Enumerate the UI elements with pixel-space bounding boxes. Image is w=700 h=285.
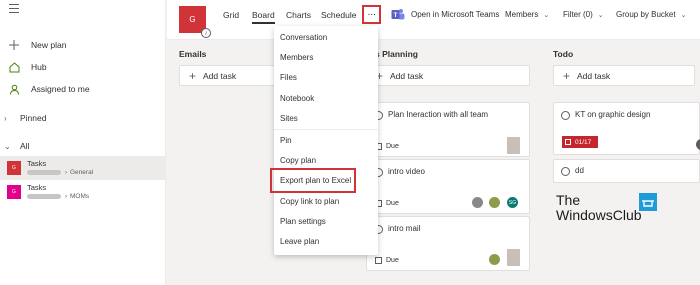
add-task-label: Add task	[577, 70, 611, 81]
assigned-label: Assigned to me	[31, 84, 90, 94]
assignee-avatar[interactable]	[507, 249, 520, 266]
bucket-title-todo[interactable]: Todo	[553, 49, 573, 59]
tab-charts[interactable]: Charts	[286, 10, 311, 20]
plan-group: General	[70, 169, 94, 176]
menu-item-conversation[interactable]: Conversation	[274, 28, 378, 46]
calendar-icon	[565, 139, 571, 145]
hub-label: Hub	[31, 62, 47, 72]
chevron-down-icon: ⌄	[597, 11, 604, 19]
menu-item-sites[interactable]: Sites	[274, 109, 378, 127]
plan-header: G i Grid Board Charts Schedule ··· T Ope…	[167, 0, 700, 40]
info-icon[interactable]: i	[201, 28, 211, 38]
hamburger-menu-icon[interactable]	[9, 4, 19, 14]
open-in-teams-button[interactable]: T Open in Microsoft Teams	[391, 8, 499, 21]
blurred-group-owner	[27, 170, 61, 175]
tab-grid[interactable]: Grid	[223, 10, 239, 20]
chevron-down-icon: ⌄	[543, 11, 550, 19]
menu-item-copy-plan[interactable]: Copy plan	[274, 151, 378, 169]
home-icon	[7, 60, 21, 74]
chevron-down-icon: ⌄	[4, 141, 11, 151]
all-section-header[interactable]: ⌄ All	[0, 136, 166, 156]
plan-name: Tasks	[27, 159, 47, 168]
filter-dropdown[interactable]: Filter (0) ⌄	[563, 10, 604, 19]
assignee-avatar[interactable]	[696, 139, 700, 150]
menu-item-leave-plan[interactable]: Leave plan	[274, 232, 378, 250]
calendar-icon	[375, 257, 382, 264]
task-card[interactable]: KT on graphic design 01/17	[553, 102, 700, 155]
task-title: Plan Ineraction with all team	[388, 110, 489, 119]
teams-icon: T	[391, 8, 405, 21]
sidebar: New plan Hub Assigned to me › Pinned ⌄ A…	[0, 0, 166, 285]
plan-name: Tasks	[27, 183, 47, 192]
pinned-section-header[interactable]: › Pinned	[0, 108, 166, 128]
due-date-badge: 01/17	[562, 136, 598, 148]
highlight-annotation	[270, 168, 356, 193]
plan-group: MOMs	[70, 193, 90, 200]
members-label: Members	[505, 10, 539, 19]
plan-avatar: G	[7, 185, 21, 199]
complete-checkbox[interactable]	[561, 111, 570, 120]
assignee-avatar-initials[interactable]: SG	[507, 197, 518, 208]
menu-item-files[interactable]: Files	[274, 68, 378, 86]
planner-app: New plan Hub Assigned to me › Pinned ⌄ A…	[0, 0, 700, 285]
bucket-title-emails[interactable]: Emails	[179, 49, 206, 59]
task-title: intro mail	[388, 224, 421, 233]
plus-icon: +	[563, 68, 571, 83]
menu-item-members[interactable]: Members	[274, 48, 378, 66]
svg-text:T: T	[394, 12, 398, 19]
assignee-avatar[interactable]	[489, 254, 500, 265]
menu-item-plan-settings[interactable]: Plan settings	[274, 212, 378, 230]
task-card[interactable]: intro video Due SG	[366, 159, 530, 214]
sidebar-item-new-plan[interactable]: New plan	[0, 34, 166, 56]
chevron-down-icon: ⌄	[680, 11, 687, 19]
plus-icon: +	[189, 68, 197, 83]
add-task-label: Add task	[390, 70, 424, 81]
filter-label: Filter (0)	[563, 10, 593, 19]
group-by-dropdown[interactable]: Group by Bucket ⌄	[616, 10, 686, 19]
watermark-text: The WindowsClub	[556, 192, 642, 223]
task-title: intro video	[388, 167, 425, 176]
person-icon	[7, 82, 21, 96]
group-by-label: Group by Bucket	[616, 10, 676, 19]
assignee-avatar[interactable]	[472, 197, 483, 208]
tab-schedule[interactable]: Schedule	[321, 10, 356, 20]
plan-item-tasks-general[interactable]: G Tasks › General	[0, 156, 166, 180]
complete-checkbox[interactable]	[561, 167, 570, 176]
add-task-button[interactable]: + Add task	[553, 65, 695, 86]
plus-icon	[7, 38, 21, 52]
task-card[interactable]: Plan Ineraction with all team Due	[366, 102, 530, 157]
add-task-label: Add task	[203, 70, 237, 81]
add-task-button[interactable]: + Add task	[366, 65, 530, 86]
chevron-right-icon: ›	[4, 113, 7, 123]
plan-avatar: G	[7, 161, 21, 175]
more-options-button[interactable]: ···	[362, 5, 381, 24]
task-card[interactable]: intro mail Due	[366, 216, 530, 271]
assignee-avatar[interactable]	[507, 137, 520, 154]
due-label: Due	[375, 200, 399, 207]
all-label: All	[20, 141, 30, 151]
sidebar-item-assigned-to-me[interactable]: Assigned to me	[0, 78, 166, 100]
teams-label: Open in Microsoft Teams	[411, 10, 500, 19]
menu-item-pin[interactable]: Pin	[274, 131, 378, 149]
members-dropdown[interactable]: Members ⌄	[505, 10, 549, 19]
sidebar-item-hub[interactable]: Hub	[0, 56, 166, 78]
add-task-button[interactable]: + Add task	[179, 65, 275, 86]
assignee-avatar[interactable]	[489, 197, 500, 208]
new-plan-label: New plan	[31, 40, 67, 50]
menu-item-copy-link-to-plan[interactable]: Copy link to plan	[274, 192, 378, 210]
due-label: Due	[375, 143, 399, 150]
plan-options-menu: Conversation Members Files Notebook Site…	[274, 26, 378, 255]
task-card[interactable]: dd	[553, 159, 700, 183]
board: Emails + Add task nts Planning + Add tas…	[167, 41, 700, 285]
task-title: dd	[575, 166, 584, 175]
due-label: Due	[375, 257, 399, 264]
menu-divider	[274, 129, 378, 130]
blurred-group-owner	[27, 194, 61, 199]
menu-item-notebook[interactable]: Notebook	[274, 89, 378, 107]
tab-board[interactable]: Board	[252, 10, 275, 24]
watermark-logo	[639, 193, 657, 211]
task-title: KT on graphic design	[575, 110, 651, 119]
pinned-label: Pinned	[20, 113, 47, 123]
plan-item-tasks-moms[interactable]: G Tasks › MOMs	[0, 180, 166, 204]
